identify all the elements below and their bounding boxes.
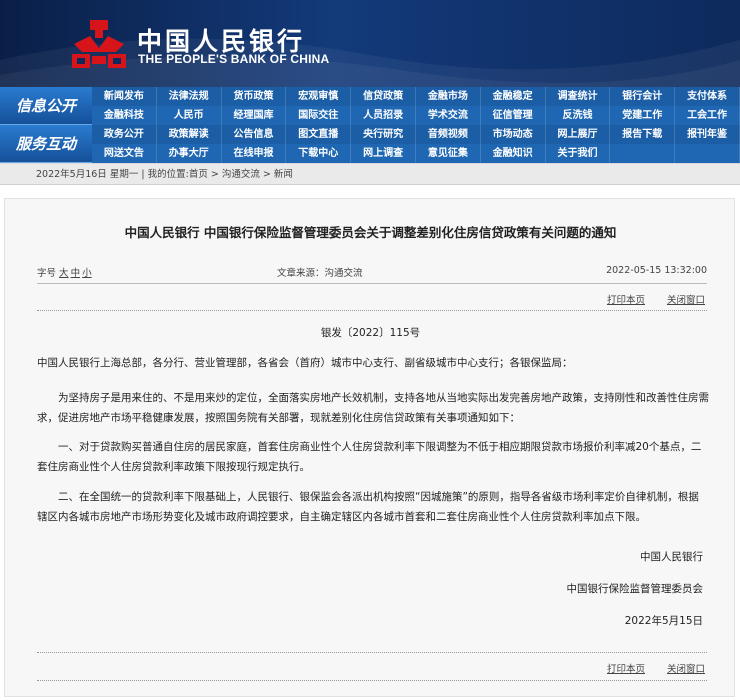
nav-item[interactable]: 信贷政策 <box>351 87 416 106</box>
site-title-en: THE PEOPLE'S BANK OF CHINA <box>138 52 330 66</box>
nav-item[interactable]: 政务公开 <box>92 125 157 144</box>
article-datetime: 2022-05-15 13:32:00 <box>606 265 707 276</box>
nav-item[interactable]: 法律法规 <box>157 87 222 106</box>
nav-item[interactable]: 银行会计 <box>610 87 676 106</box>
breadcrumb: 2022年5月16日 星期一 | 我的位置:首页 > 沟通交流 > 新闻 <box>0 163 740 185</box>
nav-item[interactable]: 宏观审慎 <box>286 87 352 106</box>
paragraph-item-2: 二、在全国统一的贷款利率下限基础上，人民银行、银保监会各派出机构按照“因城施策”… <box>37 491 699 523</box>
nav-item[interactable]: 党建工作 <box>610 106 676 125</box>
site-header: 中国人民银行 THE PEOPLE'S BANK OF CHINA <box>0 0 740 87</box>
nav-item[interactable]: 网上调查 <box>351 144 416 163</box>
pboc-logo-icon[interactable] <box>70 18 128 72</box>
font-size-small-link[interactable]: 小 <box>82 268 92 279</box>
paragraph-intro: 为坚持房子是用来住的、不是用来炒的定位，全面落实房地产长效机制，支持各地从当地实… <box>37 392 709 424</box>
paragraph-item-1: 一、对于贷款购买普通自住房的居民家庭，首套住房商业性个人住房贷款利率下限调整为不… <box>37 441 702 473</box>
nav-item[interactable]: 报刊年鉴 <box>675 125 740 144</box>
nav-item[interactable]: 支付体系 <box>675 87 740 106</box>
nav-item[interactable]: 人民币 <box>157 106 222 125</box>
nav-item[interactable]: 国际交往 <box>286 106 352 125</box>
nav-item[interactable]: 反洗钱 <box>546 106 611 125</box>
nav-item-empty <box>610 144 676 163</box>
nav-item[interactable]: 意见征集 <box>416 144 481 163</box>
nav-item[interactable]: 网上展厅 <box>546 125 611 144</box>
nav-item[interactable]: 下载中心 <box>286 144 352 163</box>
print-page-link[interactable]: 打印本页 <box>607 295 645 306</box>
article-title: 中国人民银行 中国银行保险监督管理委员会关于调整差别化住房信贷政策有关问题的通知 <box>124 225 617 240</box>
nav-item[interactable]: 货币政策 <box>222 87 287 106</box>
article-source: 文章来源：沟通交流 <box>277 268 363 279</box>
nav-item[interactable]: 政策解读 <box>157 125 222 144</box>
breadcrumb-news-link[interactable]: 新闻 <box>274 169 293 180</box>
main-navigation: 信息公开 服务互动 新闻发布 法律法规 货币政策 宏观审慎 信贷政策 金融市场 … <box>0 87 740 163</box>
font-size-medium-link[interactable]: 中 <box>71 268 81 279</box>
nav-section-info[interactable]: 信息公开 <box>0 87 92 125</box>
signature-date: 2022年5月15日 <box>624 615 703 627</box>
nav-item[interactable]: 在线申报 <box>222 144 287 163</box>
nav-item[interactable]: 新闻发布 <box>92 87 157 106</box>
close-window-link[interactable]: 关闭窗口 <box>667 295 705 306</box>
divider <box>37 680 707 681</box>
nav-item[interactable]: 金融市场 <box>416 87 481 106</box>
article-actions-top: 打印本页 关闭窗口 <box>585 292 705 306</box>
salutation: 中国人民银行上海总部，各分行、营业管理部，各省会（首府）城市中心支行、副省级城市… <box>37 357 573 369</box>
nav-item[interactable]: 市场动态 <box>481 125 546 144</box>
breadcrumb-home-link[interactable]: 首页 <box>189 169 208 180</box>
article-meta: 字号 大中小 文章来源：沟通交流 2022-05-15 13:32:00 <box>37 265 707 279</box>
divider <box>37 310 707 311</box>
nav-row: 新闻发布 法律法规 货币政策 宏观审慎 信贷政策 金融市场 金融稳定 调查统计 … <box>92 87 740 106</box>
nav-sections: 信息公开 服务互动 <box>0 87 92 163</box>
nav-item-empty <box>675 144 740 163</box>
nav-menu-grid: 新闻发布 法律法规 货币政策 宏观审慎 信贷政策 金融市场 金融稳定 调查统计 … <box>92 87 740 163</box>
nav-row: 政务公开 政策解读 公告信息 图文直播 央行研究 音频视频 市场动态 网上展厅 … <box>92 125 740 144</box>
current-date: 2022年5月16日 星期一 <box>36 169 139 180</box>
nav-item[interactable]: 关于我们 <box>546 144 611 163</box>
article-panel: 中国人民银行 中国银行保险监督管理委员会关于调整差别化住房信贷政策有关问题的通知… <box>4 198 735 697</box>
nav-item[interactable]: 征信管理 <box>481 106 546 125</box>
document-number: 银发〔2022〕115号 <box>320 327 421 339</box>
nav-item[interactable]: 网送文告 <box>92 144 157 163</box>
nav-item[interactable]: 经理国库 <box>222 106 287 125</box>
signatory-pboc: 中国人民银行 <box>640 551 703 563</box>
article-actions-bottom: 打印本页 关闭窗口 <box>585 661 705 675</box>
nav-item[interactable]: 央行研究 <box>351 125 416 144</box>
nav-item[interactable]: 音频视频 <box>416 125 481 144</box>
font-size-large-link[interactable]: 大 <box>59 268 69 279</box>
nav-item[interactable]: 金融稳定 <box>481 87 546 106</box>
nav-item[interactable]: 人员招录 <box>351 106 416 125</box>
nav-row: 金融科技 人民币 经理国库 国际交往 人员招录 学术交流 征信管理 反洗钱 党建… <box>92 106 740 125</box>
nav-item[interactable]: 图文直播 <box>286 125 352 144</box>
breadcrumb-communication-link[interactable]: 沟通交流 <box>222 169 260 180</box>
nav-item[interactable]: 办事大厅 <box>157 144 222 163</box>
font-size-label: 字号 <box>37 268 57 279</box>
divider <box>37 652 707 653</box>
position-label: 我的位置: <box>147 169 189 180</box>
nav-item[interactable]: 公告信息 <box>222 125 287 144</box>
close-window-link[interactable]: 关闭窗口 <box>667 664 705 675</box>
divider <box>37 283 707 284</box>
nav-row: 网送文告 办事大厅 在线申报 下载中心 网上调查 意见征集 金融知识 关于我们 <box>92 144 740 163</box>
print-page-link[interactable]: 打印本页 <box>607 664 645 675</box>
nav-item[interactable]: 调查统计 <box>546 87 611 106</box>
nav-item[interactable]: 学术交流 <box>416 106 481 125</box>
nav-item[interactable]: 金融科技 <box>92 106 157 125</box>
nav-section-service[interactable]: 服务互动 <box>0 125 92 163</box>
signatory-cbirc: 中国银行保险监督管理委员会 <box>566 583 704 595</box>
nav-item[interactable]: 工会工作 <box>675 106 740 125</box>
nav-item[interactable]: 金融知识 <box>481 144 546 163</box>
nav-item[interactable]: 报告下载 <box>610 125 676 144</box>
